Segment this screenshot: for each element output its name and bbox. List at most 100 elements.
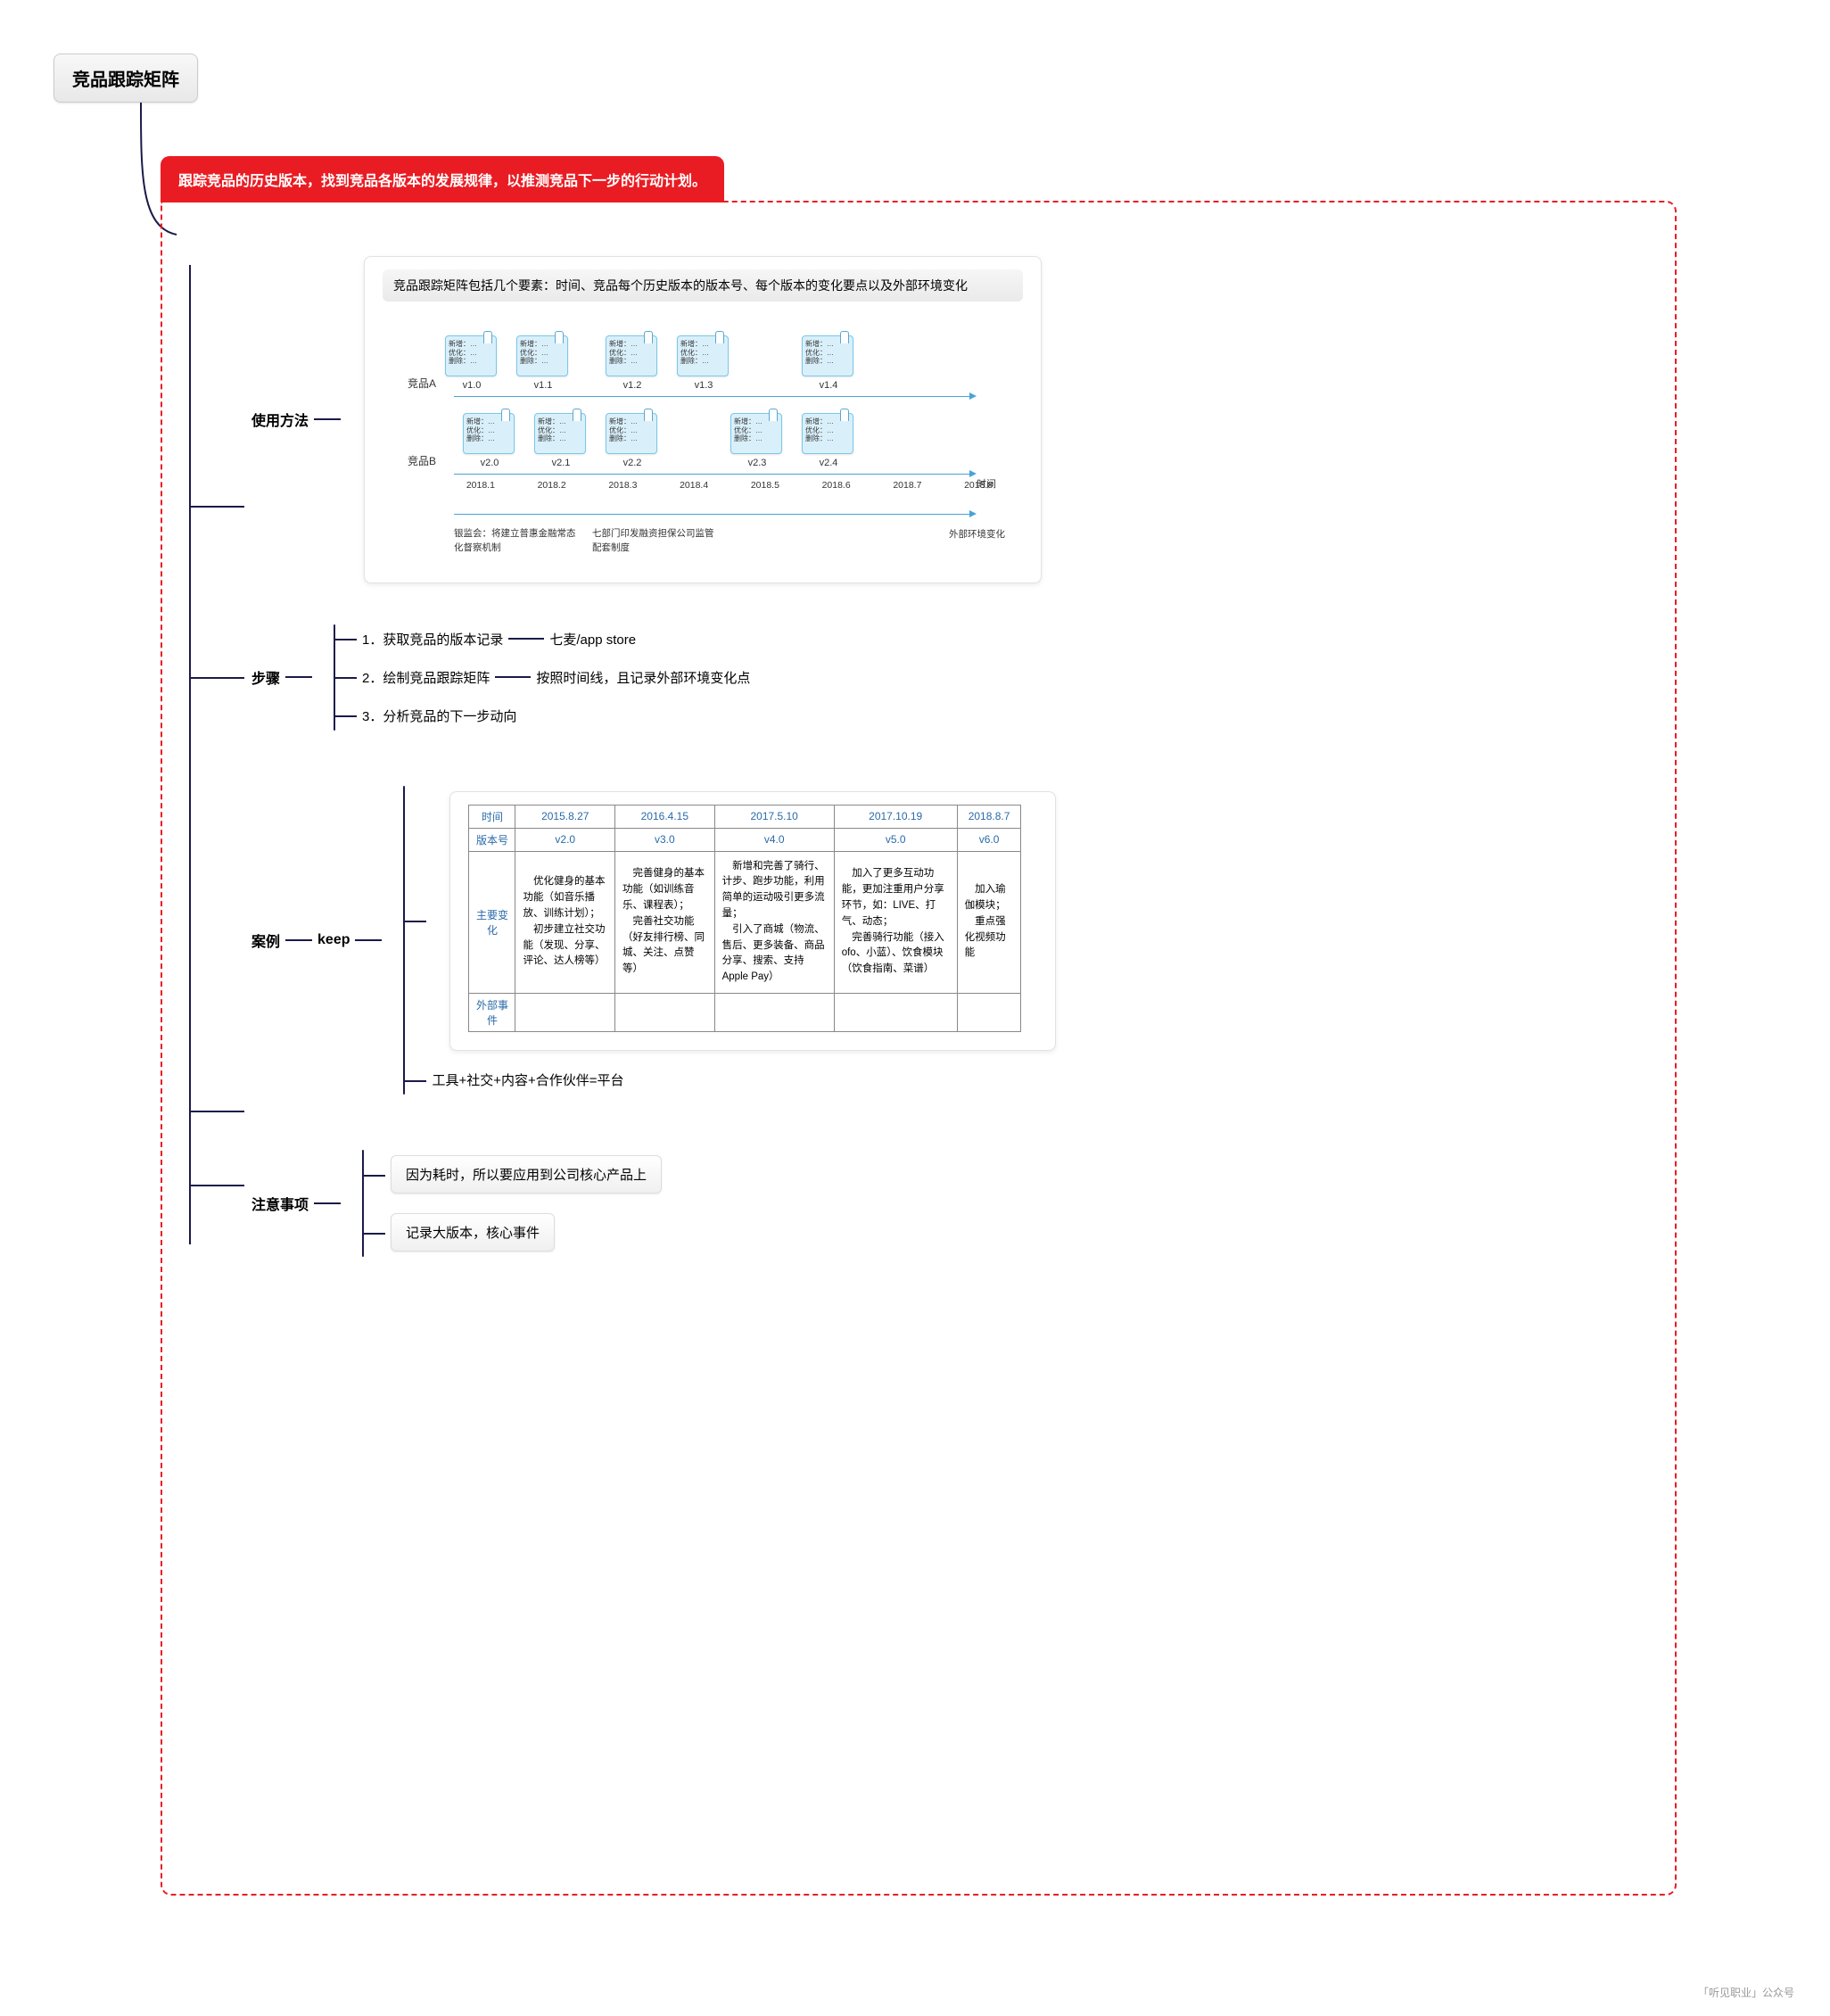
version-label: v2.1	[534, 458, 588, 468]
red-title: 跟踪竞品的历史版本，找到竞品各版本的发展规律，以推测竞品下一步的行动计划。	[161, 156, 724, 202]
case-children: 时间2015.8.272016.4.152017.5.102017.10.192…	[403, 772, 1056, 1110]
case-product: keep	[317, 932, 350, 948]
cell-change: 加入瑜伽模块； 重点强化视频功能	[957, 851, 1021, 994]
version-label: v1.0	[445, 380, 499, 391]
cell-version: v6.0	[957, 828, 1021, 851]
change-card: 新增：…优化：…删除：…	[445, 335, 497, 376]
step-item: 3．分析竞品的下一步动向	[353, 706, 750, 725]
cell-change: 完善健身的基本功能（如训练音乐、课程表）； 完善社交功能（好友排行榜、同城、关注…	[615, 851, 715, 994]
cell-date: 2018.8.7	[957, 805, 1021, 828]
version-slot: 新增：…优化：…删除：… v2.1	[534, 413, 588, 468]
matrix-card: 竞品跟踪矩阵包括几个要素：时间、竞品每个历史版本的版本号、每个版本的变化要点以及…	[364, 256, 1042, 583]
version-label: v1.4	[802, 380, 855, 391]
red-container: 使用方法 竞品跟踪矩阵包括几个要素：时间、竞品每个历史版本的版本号、每个版本的变…	[161, 201, 1677, 1896]
cell-version: v3.0	[615, 828, 715, 851]
notes-list: 因为耗时，所以要应用到公司核心产品上记录大版本，核心事件	[362, 1136, 662, 1271]
version-label: v2.3	[730, 458, 784, 468]
case-summary-text: 工具+社交+内容+合作伙伴=平台	[432, 1066, 623, 1095]
branch-case: 案例 keep 时间2015.8.272016.4.152017.5.10201…	[216, 772, 1639, 1110]
version-slot: 新增：…优化：…删除：… v1.4	[802, 335, 855, 391]
note-text: 因为耗时，所以要应用到公司核心产品上	[391, 1155, 662, 1194]
month-label: 2018.3	[597, 480, 650, 491]
matrix-row-b: 竞品B 新增：…优化：…删除：…v2.0新增：…优化：…删除：…v2.1新增：……	[400, 413, 1005, 468]
steps-list: 1．获取竞品的版本记录 七麦/app store 2．绘制竞品跟踪矩阵 按照时间线，且…	[334, 610, 750, 745]
cell-date: 2016.4.15	[615, 805, 715, 828]
env-label: 外部环境变化	[949, 527, 1005, 556]
version-slot: 新增：…优化：…删除：…v1.2	[606, 335, 659, 391]
month-label: 2018.2	[525, 480, 579, 491]
cell-event	[957, 994, 1021, 1032]
case-summary: 工具+社交+内容+合作伙伴=平台	[423, 1070, 1056, 1089]
label-usage: 使用方法	[251, 409, 309, 430]
month-label: 2018.6	[810, 480, 863, 491]
note-item: 记录大版本，核心事件	[382, 1213, 662, 1252]
label-case: 案例	[251, 930, 280, 951]
cell-version: v5.0	[834, 828, 957, 851]
change-card: 新增：…优化：…删除：…	[802, 413, 853, 454]
cell-event	[515, 994, 615, 1032]
version-label: v2.2	[606, 458, 659, 468]
change-card: 新增：…优化：…删除：…	[516, 335, 568, 376]
month-label: 2018.5	[738, 480, 792, 491]
row-b-label: 竞品B	[400, 453, 445, 468]
change-card: 新增：…优化：…删除：…	[463, 413, 515, 454]
step-text: 2．绘制竞品跟踪矩阵	[362, 668, 490, 687]
step-text: 3．分析竞品的下一步动向	[362, 706, 516, 725]
cell-event	[714, 994, 834, 1032]
env-col1: 银监会：将建立普惠金融常态化督察机制	[454, 527, 592, 556]
change-card: 新增：…优化：…删除：…	[534, 413, 586, 454]
cell-version: v4.0	[714, 828, 834, 851]
th-version: 版本号	[469, 828, 515, 851]
cell-date: 2017.10.19	[834, 805, 957, 828]
cell-change: 加入了更多互动功能，更加注重用户分享环节，如：LIVE、打气、动态； 完善骑行功…	[834, 851, 957, 994]
cell-version: v2.0	[515, 828, 615, 851]
case-table-wrap: 时间2015.8.272016.4.152017.5.102017.10.192…	[423, 791, 1056, 1052]
month-label: 2018.7	[881, 480, 935, 491]
version-label: v1.3	[677, 380, 730, 391]
watermark: 「听见职业」公众号	[1698, 1985, 1794, 2000]
tree-root: 跟踪竞品的历史版本，找到竞品各版本的发展规律，以推测竞品下一步的行动计划。 使用…	[54, 67, 1776, 1896]
step-tail: 七麦/app store	[549, 630, 636, 649]
th-events: 外部事件	[469, 994, 515, 1032]
branch-steps: 步骤 1．获取竞品的版本记录 七麦/app store 2．绘制竞品跟踪矩阵 按照时间…	[216, 610, 1639, 745]
table-card: 时间2015.8.272016.4.152017.5.102017.10.192…	[449, 791, 1056, 1052]
version-slot: 新增：…优化：…删除：… v2.4	[802, 413, 855, 468]
version-slot: 新增：…优化：…删除：…v1.1	[516, 335, 570, 391]
version-slot: 新增：…优化：…删除：… v2.2	[606, 413, 659, 468]
env-row: 银监会：将建立普惠金融常态化督察机制 七部门印发融资担保公司监管配套制度 外部环…	[400, 527, 1005, 556]
env-col2: 七部门印发融资担保公司监管配套制度	[592, 527, 730, 556]
label-notes: 注意事项	[251, 1193, 309, 1214]
version-slot: 新增：…优化：…删除：… v2.0	[463, 413, 516, 468]
version-label: v1.2	[606, 380, 659, 391]
th-changes: 主要变化	[469, 851, 515, 994]
row-a-label: 竞品A	[400, 376, 445, 391]
step-tail: 按照时间线，且记录外部环境变化点	[536, 668, 750, 687]
step-text: 1．获取竞品的版本记录	[362, 630, 503, 649]
branch-usage: 使用方法 竞品跟踪矩阵包括几个要素：时间、竞品每个历史版本的版本号、每个版本的变…	[216, 256, 1639, 583]
cell-event	[615, 994, 715, 1032]
label-steps: 步骤	[251, 666, 280, 688]
case-table: 时间2015.8.272016.4.152017.5.102017.10.192…	[468, 805, 1021, 1033]
cell-date: 2017.5.10	[714, 805, 834, 828]
step-item: 2．绘制竞品跟踪矩阵 按照时间线，且记录外部环境变化点	[353, 668, 750, 687]
change-card: 新增：…优化：…删除：…	[802, 335, 853, 376]
version-label: v2.0	[463, 458, 516, 468]
note-item: 因为耗时，所以要应用到公司核心产品上	[382, 1155, 662, 1194]
th-time: 时间	[469, 805, 515, 828]
version-label: v2.4	[802, 458, 855, 468]
change-card: 新增：…优化：…删除：…	[606, 413, 657, 454]
version-slot: 新增：…优化：…删除：… v1.0	[445, 335, 499, 391]
matrix-header: 竞品跟踪矩阵包括几个要素：时间、竞品每个历史版本的版本号、每个版本的变化要点以及…	[383, 269, 1023, 302]
main-children: 使用方法 竞品跟踪矩阵包括几个要素：时间、竞品每个历史版本的版本号、每个版本的变…	[162, 256, 1639, 1271]
version-slot: 新增：…优化：…删除：…v1.3	[677, 335, 730, 391]
month-label: 2018.1	[454, 480, 507, 491]
matrix-row-a: 竞品A 新增：…优化：…删除：…v1.0新增：…优化：…删除：…v1.1新增：……	[400, 335, 1005, 391]
change-card: 新增：…优化：…删除：…	[730, 413, 782, 454]
matrix-body: 竞品A 新增：…优化：…删除：…v1.0新增：…优化：…删除：…v1.1新增：……	[383, 319, 1023, 565]
cell-date: 2015.8.27	[515, 805, 615, 828]
version-slot: 新增：…优化：…删除：… v2.3	[730, 413, 784, 468]
branch-notes: 注意事项 因为耗时，所以要应用到公司核心产品上记录大版本，核心事件	[216, 1136, 1639, 1271]
note-text: 记录大版本，核心事件	[391, 1213, 555, 1252]
cell-change: 新增和完善了骑行、计步、跑步功能，利用简单的运动吸引更多流量； 引入了商城（物流…	[714, 851, 834, 994]
step-item: 1．获取竞品的版本记录 七麦/app store	[353, 630, 750, 649]
